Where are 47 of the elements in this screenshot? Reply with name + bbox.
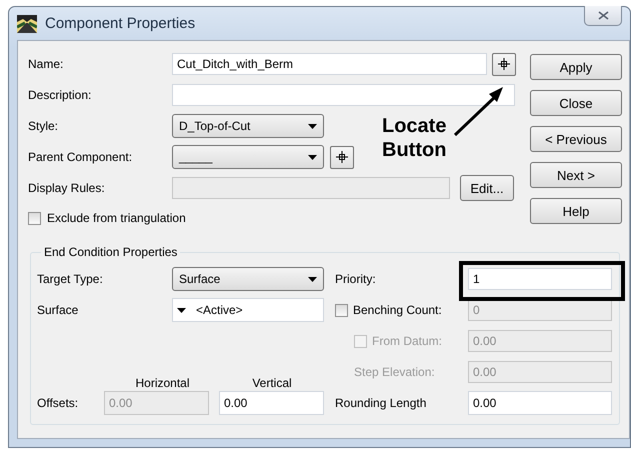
checkbox-label: Benching Count: — [353, 303, 442, 317]
window-title: Component Properties — [45, 15, 196, 32]
checkbox[interactable] — [335, 304, 348, 316]
text-field[interactable]: 0.00 — [219, 391, 324, 415]
field-label: Offsets: — [37, 396, 80, 410]
dropdown[interactable]: _____ — [172, 145, 324, 169]
text-field[interactable]: Cut_Ditch_with_Berm — [172, 53, 487, 75]
locate-button[interactable] — [330, 146, 354, 168]
text-field[interactable]: 0.00 — [468, 391, 612, 415]
field-label: Rounding Length — [335, 396, 426, 410]
crosshair-icon — [498, 58, 510, 70]
dialog-button[interactable]: Close — [530, 90, 622, 116]
checkbox-label: Exclude from triangulation — [47, 211, 186, 225]
dialog-button[interactable]: Apply — [530, 54, 622, 80]
crosshair-icon — [336, 151, 348, 163]
group-title: End Condition Properties — [43, 245, 178, 259]
field-label: Name: — [28, 57, 64, 71]
road-icon — [17, 14, 37, 32]
dropdown[interactable]: Surface — [172, 267, 324, 291]
callout-text: Locate Button — [382, 114, 448, 162]
dropdown-arrow-icon — [177, 308, 186, 312]
text-field[interactable] — [172, 84, 515, 106]
column-heading: Horizontal — [134, 376, 191, 390]
close-button[interactable] — [584, 6, 622, 26]
field-label: Display Rules: — [28, 181, 106, 195]
field-label: Target Type: — [37, 272, 103, 286]
field-label: Step Elevation: — [354, 365, 435, 379]
dialog-button[interactable]: Help — [530, 198, 622, 224]
column-heading: Vertical — [251, 376, 293, 390]
text-field[interactable]: 1 — [468, 268, 612, 290]
field-label: Surface — [37, 303, 78, 317]
dropdown-arrow-icon — [308, 124, 317, 128]
dropdown[interactable]: D_Top-of-Cut — [172, 114, 324, 138]
dropdown-arrow-icon — [308, 154, 317, 160]
field-label: Parent Component: — [28, 150, 134, 164]
checkbox-label: From Datum: — [372, 334, 442, 348]
dialog-button[interactable]: Next > — [530, 162, 622, 188]
locate-button[interactable] — [492, 52, 516, 76]
field-label: Priority: — [335, 272, 376, 286]
field-label: Description: — [28, 88, 92, 102]
dialog-button[interactable]: < Previous — [530, 126, 622, 152]
field-label: Style: — [28, 119, 60, 133]
arrow — [453, 85, 505, 137]
checkbox[interactable] — [28, 212, 41, 224]
close-icon — [598, 11, 608, 20]
surface-field[interactable]: <Active> — [172, 298, 324, 322]
dropdown-arrow-icon — [308, 276, 317, 282]
